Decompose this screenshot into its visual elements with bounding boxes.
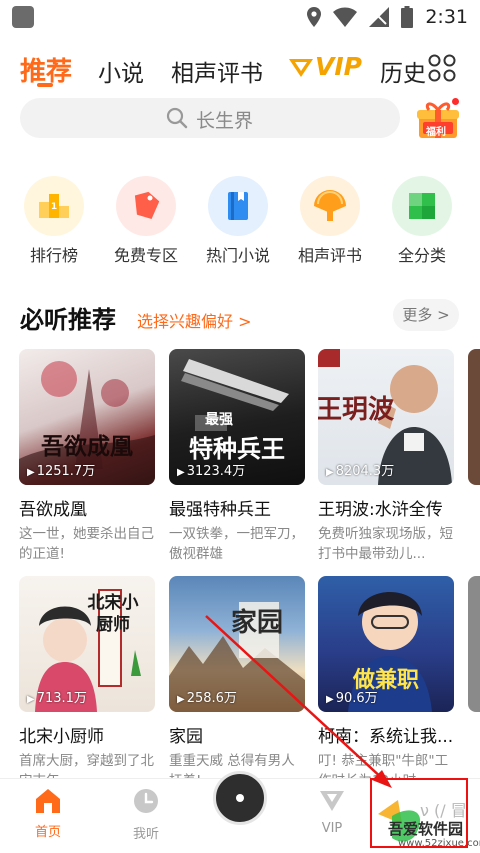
cover-title: 王玥波 <box>318 395 394 425</box>
book-card[interactable]: 北宋小厨师 713.1万 北宋小厨师 首席大厨，穿越到了北宋末年 <box>19 576 155 791</box>
book-card-partial[interactable] <box>468 576 480 712</box>
battery-icon <box>401 6 414 28</box>
book-cover: 北宋小厨师 713.1万 <box>19 576 155 712</box>
home-icon <box>36 789 60 813</box>
play-count: 3123.4万 <box>177 460 246 479</box>
book-cover: 最强 特种兵王 3123.4万 <box>169 349 305 485</box>
play-count: 1251.7万 <box>27 460 96 479</box>
nav-vip-label: VIP <box>321 821 343 836</box>
book-cover <box>468 576 480 712</box>
cover-title: 吾欲成凰 <box>41 433 133 460</box>
category-crosstalk[interactable]: 相声评书 <box>282 176 378 266</box>
nav-home-label: 首页 <box>34 825 61 840</box>
nav-vip[interactable]: VIP <box>302 787 362 836</box>
ranking-icon: 1 <box>39 194 69 218</box>
status-bar: 2:31 <box>0 0 480 34</box>
book-title: 王玥波:水浒全传 <box>318 500 443 520</box>
category-all[interactable]: 全分类 <box>374 176 470 266</box>
book-description: 这一世，她要杀出自己的正道! <box>19 526 154 562</box>
tab-vip[interactable]: VIP <box>287 52 362 81</box>
location-icon <box>307 7 322 27</box>
play-count: 90.6万 <box>326 687 378 706</box>
cover-title: 北宋小厨师 <box>87 593 139 635</box>
category-label: 排行榜 <box>29 246 78 265</box>
vip-crown-icon <box>289 58 313 77</box>
notification-icon <box>12 6 34 28</box>
cover-title: 特种兵王 <box>189 434 285 463</box>
top-tab-bar: 推荐 小说 相声评书 VIP 历史 <box>0 46 480 92</box>
book-icon <box>228 192 248 220</box>
category-row: 1 排行榜 免费专区 热门小说 相声评书 全分类 <box>0 176 480 266</box>
tab-crosstalk[interactable]: 相声评书 <box>171 54 263 88</box>
book-cover: 家园 258.6万 <box>169 576 305 712</box>
book-title: 最强特种兵王 <box>169 500 271 520</box>
welfare-gift-button[interactable]: 福利 <box>413 98 463 140</box>
play-count: 8204.3万 <box>326 460 395 479</box>
signal-icon <box>369 7 390 27</box>
search-placeholder: 长生界 <box>196 110 254 132</box>
tab-active-indicator <box>37 83 53 87</box>
all-categories-icon <box>409 193 435 219</box>
category-label: 免费专区 <box>113 246 178 265</box>
play-count: 713.1万 <box>27 687 87 706</box>
search-bar[interactable]: 长生界 <box>20 98 400 138</box>
annotation-highlight-box <box>370 778 468 848</box>
category-label: 热门小说 <box>205 246 270 265</box>
play-count: 258.6万 <box>177 687 237 706</box>
svg-text:1: 1 <box>51 202 57 212</box>
book-card[interactable]: 做兼职 90.6万 柯南：系统让我... 叮! 恭主兼职"牛郎"工作时长为12小… <box>318 576 454 791</box>
cover-title: 家园 <box>230 608 283 638</box>
book-cover: 做兼职 90.6万 <box>318 576 454 712</box>
player-disc-button[interactable] <box>213 771 267 825</box>
book-cover: 吾欲成凰 1251.7万 <box>19 349 155 485</box>
book-card[interactable]: 最强 特种兵王 3123.4万 最强特种兵王 一双铁拳，一把军刀，傲视群雄 <box>169 349 305 564</box>
book-card-partial[interactable] <box>468 349 480 485</box>
book-description: 免费听独家现场版，短打书中最带劲儿... <box>318 526 453 562</box>
book-cover: 王玥波 8204.3万 <box>318 349 454 485</box>
search-icon <box>166 107 188 129</box>
book-title: 柯南：系统让我... <box>318 727 454 747</box>
nav-listened[interactable]: 我听 <box>116 787 176 842</box>
tab-vip-label: VIP <box>315 52 362 81</box>
book-title: 北宋小厨师 <box>19 727 104 747</box>
vip-icon <box>320 791 344 811</box>
choose-interest-link[interactable]: 选择兴趣偏好 > <box>137 308 252 332</box>
wifi-icon <box>333 7 358 27</box>
more-button[interactable]: 更多 > <box>393 299 459 331</box>
gift-label: 福利 <box>426 127 446 138</box>
nav-home[interactable]: 首页 <box>18 787 78 840</box>
book-title: 吾欲成凰 <box>19 500 87 520</box>
fan-icon <box>314 190 346 221</box>
category-label: 全分类 <box>397 246 446 265</box>
book-card[interactable]: 王玥波 8204.3万 王玥波:水浒全传 免费听独家现场版，短打书中最带劲儿..… <box>318 349 454 564</box>
clock-icon <box>134 789 158 813</box>
price-tag-icon <box>134 191 160 220</box>
book-cover <box>468 349 480 485</box>
category-ranking[interactable]: 1 排行榜 <box>6 176 102 266</box>
gift-badge-dot <box>452 98 459 105</box>
book-title: 家园 <box>169 727 203 747</box>
book-card[interactable]: 吾欲成凰 1251.7万 吾欲成凰 这一世，她要杀出自己的正道! <box>19 349 155 564</box>
tab-history[interactable]: 历史 <box>380 54 426 88</box>
nav-listened-label: 我听 <box>132 827 159 842</box>
grid-menu-icon[interactable] <box>428 54 456 82</box>
tab-novel[interactable]: 小说 <box>98 54 144 88</box>
category-label: 相声评书 <box>297 246 362 265</box>
section-title: 必听推荐 <box>20 306 116 334</box>
book-card[interactable]: 家园 258.6万 家园 重重天威 总得有男人扛着! <box>169 576 305 791</box>
status-time: 2:31 <box>425 6 468 28</box>
book-description: 一双铁拳，一把军刀，傲视群雄 <box>169 526 304 562</box>
cover-subtitle: 最强 <box>205 412 233 428</box>
category-free[interactable]: 免费专区 <box>98 176 194 266</box>
category-hot-novel[interactable]: 热门小说 <box>190 176 286 266</box>
